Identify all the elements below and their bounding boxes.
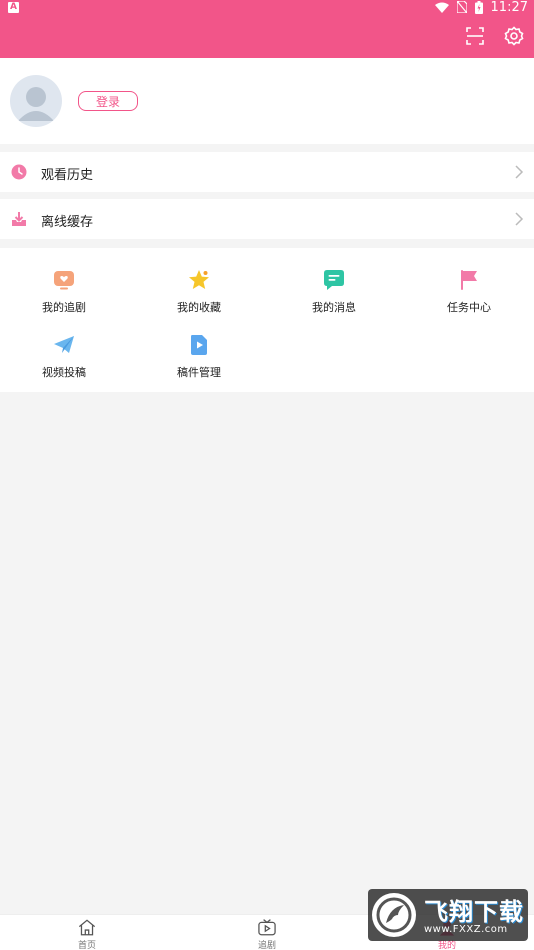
- gear-icon: [504, 26, 524, 46]
- watermark-title: 飞翔下载: [424, 898, 524, 926]
- offline-cache-label: 离线缓存: [41, 215, 94, 230]
- grid-item-messages[interactable]: 我的消息: [286, 268, 382, 318]
- grid-label: 稿件管理: [177, 366, 221, 379]
- flag-icon: [461, 270, 477, 290]
- grid-item-submission-management[interactable]: 稿件管理: [151, 333, 247, 383]
- feather-logo-icon: [376, 897, 412, 933]
- star-icon: [189, 270, 209, 289]
- grid-item-favorites[interactable]: 我的收藏: [151, 268, 247, 318]
- nav-home-label: 首页: [77, 941, 96, 950]
- status-time: 11:27: [490, 0, 528, 15]
- feature-grid: 我的追剧 我的收藏 我的消息 任务中心 视频投稿 稿件管理: [0, 248, 534, 392]
- video-file-icon: [191, 335, 207, 355]
- status-bar: A 11:27: [0, 0, 534, 15]
- tv-play-icon: [258, 919, 276, 936]
- grid-label: 任务中心: [447, 301, 491, 314]
- clock-icon: [11, 164, 27, 180]
- watermark-overlay: 飞翔下载 www.FXXZ.com: [368, 889, 528, 941]
- watch-history-row[interactable]: 观看历史: [0, 152, 534, 192]
- nav-home[interactable]: 首页: [57, 919, 117, 950]
- scan-icon: [466, 27, 484, 45]
- download-icon: [12, 212, 26, 226]
- avatar[interactable]: [10, 75, 62, 127]
- settings-button[interactable]: [502, 24, 526, 48]
- no-sim-icon: [456, 1, 467, 13]
- top-app-bar: [0, 14, 534, 58]
- message-icon: [324, 270, 344, 290]
- default-avatar-icon: [18, 87, 54, 121]
- paper-plane-icon: [54, 336, 74, 353]
- nav-series-label: 追剧: [257, 941, 276, 950]
- grid-label: 我的追剧: [42, 301, 86, 314]
- grid-label: 我的消息: [312, 301, 356, 314]
- watermark-logo: [372, 893, 416, 937]
- grid-label: 我的收藏: [177, 301, 221, 314]
- grid-label: 视频投稿: [42, 366, 86, 379]
- watch-history-label: 观看历史: [41, 168, 94, 183]
- grid-item-task-center[interactable]: 任务中心: [421, 268, 517, 318]
- chevron-right-icon: [515, 165, 524, 179]
- home-icon: [78, 919, 96, 936]
- nav-series[interactable]: 追剧: [237, 919, 297, 950]
- notification-icon: A: [8, 1, 19, 13]
- grid-item-video-upload[interactable]: 视频投稿: [16, 333, 112, 383]
- scan-button[interactable]: [463, 24, 487, 48]
- wifi-icon: [434, 2, 449, 13]
- grid-item-my-series[interactable]: 我的追剧: [16, 268, 112, 318]
- watermark-url: www.FXXZ.com: [424, 924, 508, 935]
- profile-card: 登录: [0, 58, 534, 144]
- battery-icon: [474, 0, 483, 14]
- chevron-right-icon: [515, 212, 524, 226]
- tv-heart-icon: [54, 271, 74, 290]
- login-button[interactable]: 登录: [78, 91, 138, 111]
- offline-cache-row[interactable]: 离线缓存: [0, 199, 534, 239]
